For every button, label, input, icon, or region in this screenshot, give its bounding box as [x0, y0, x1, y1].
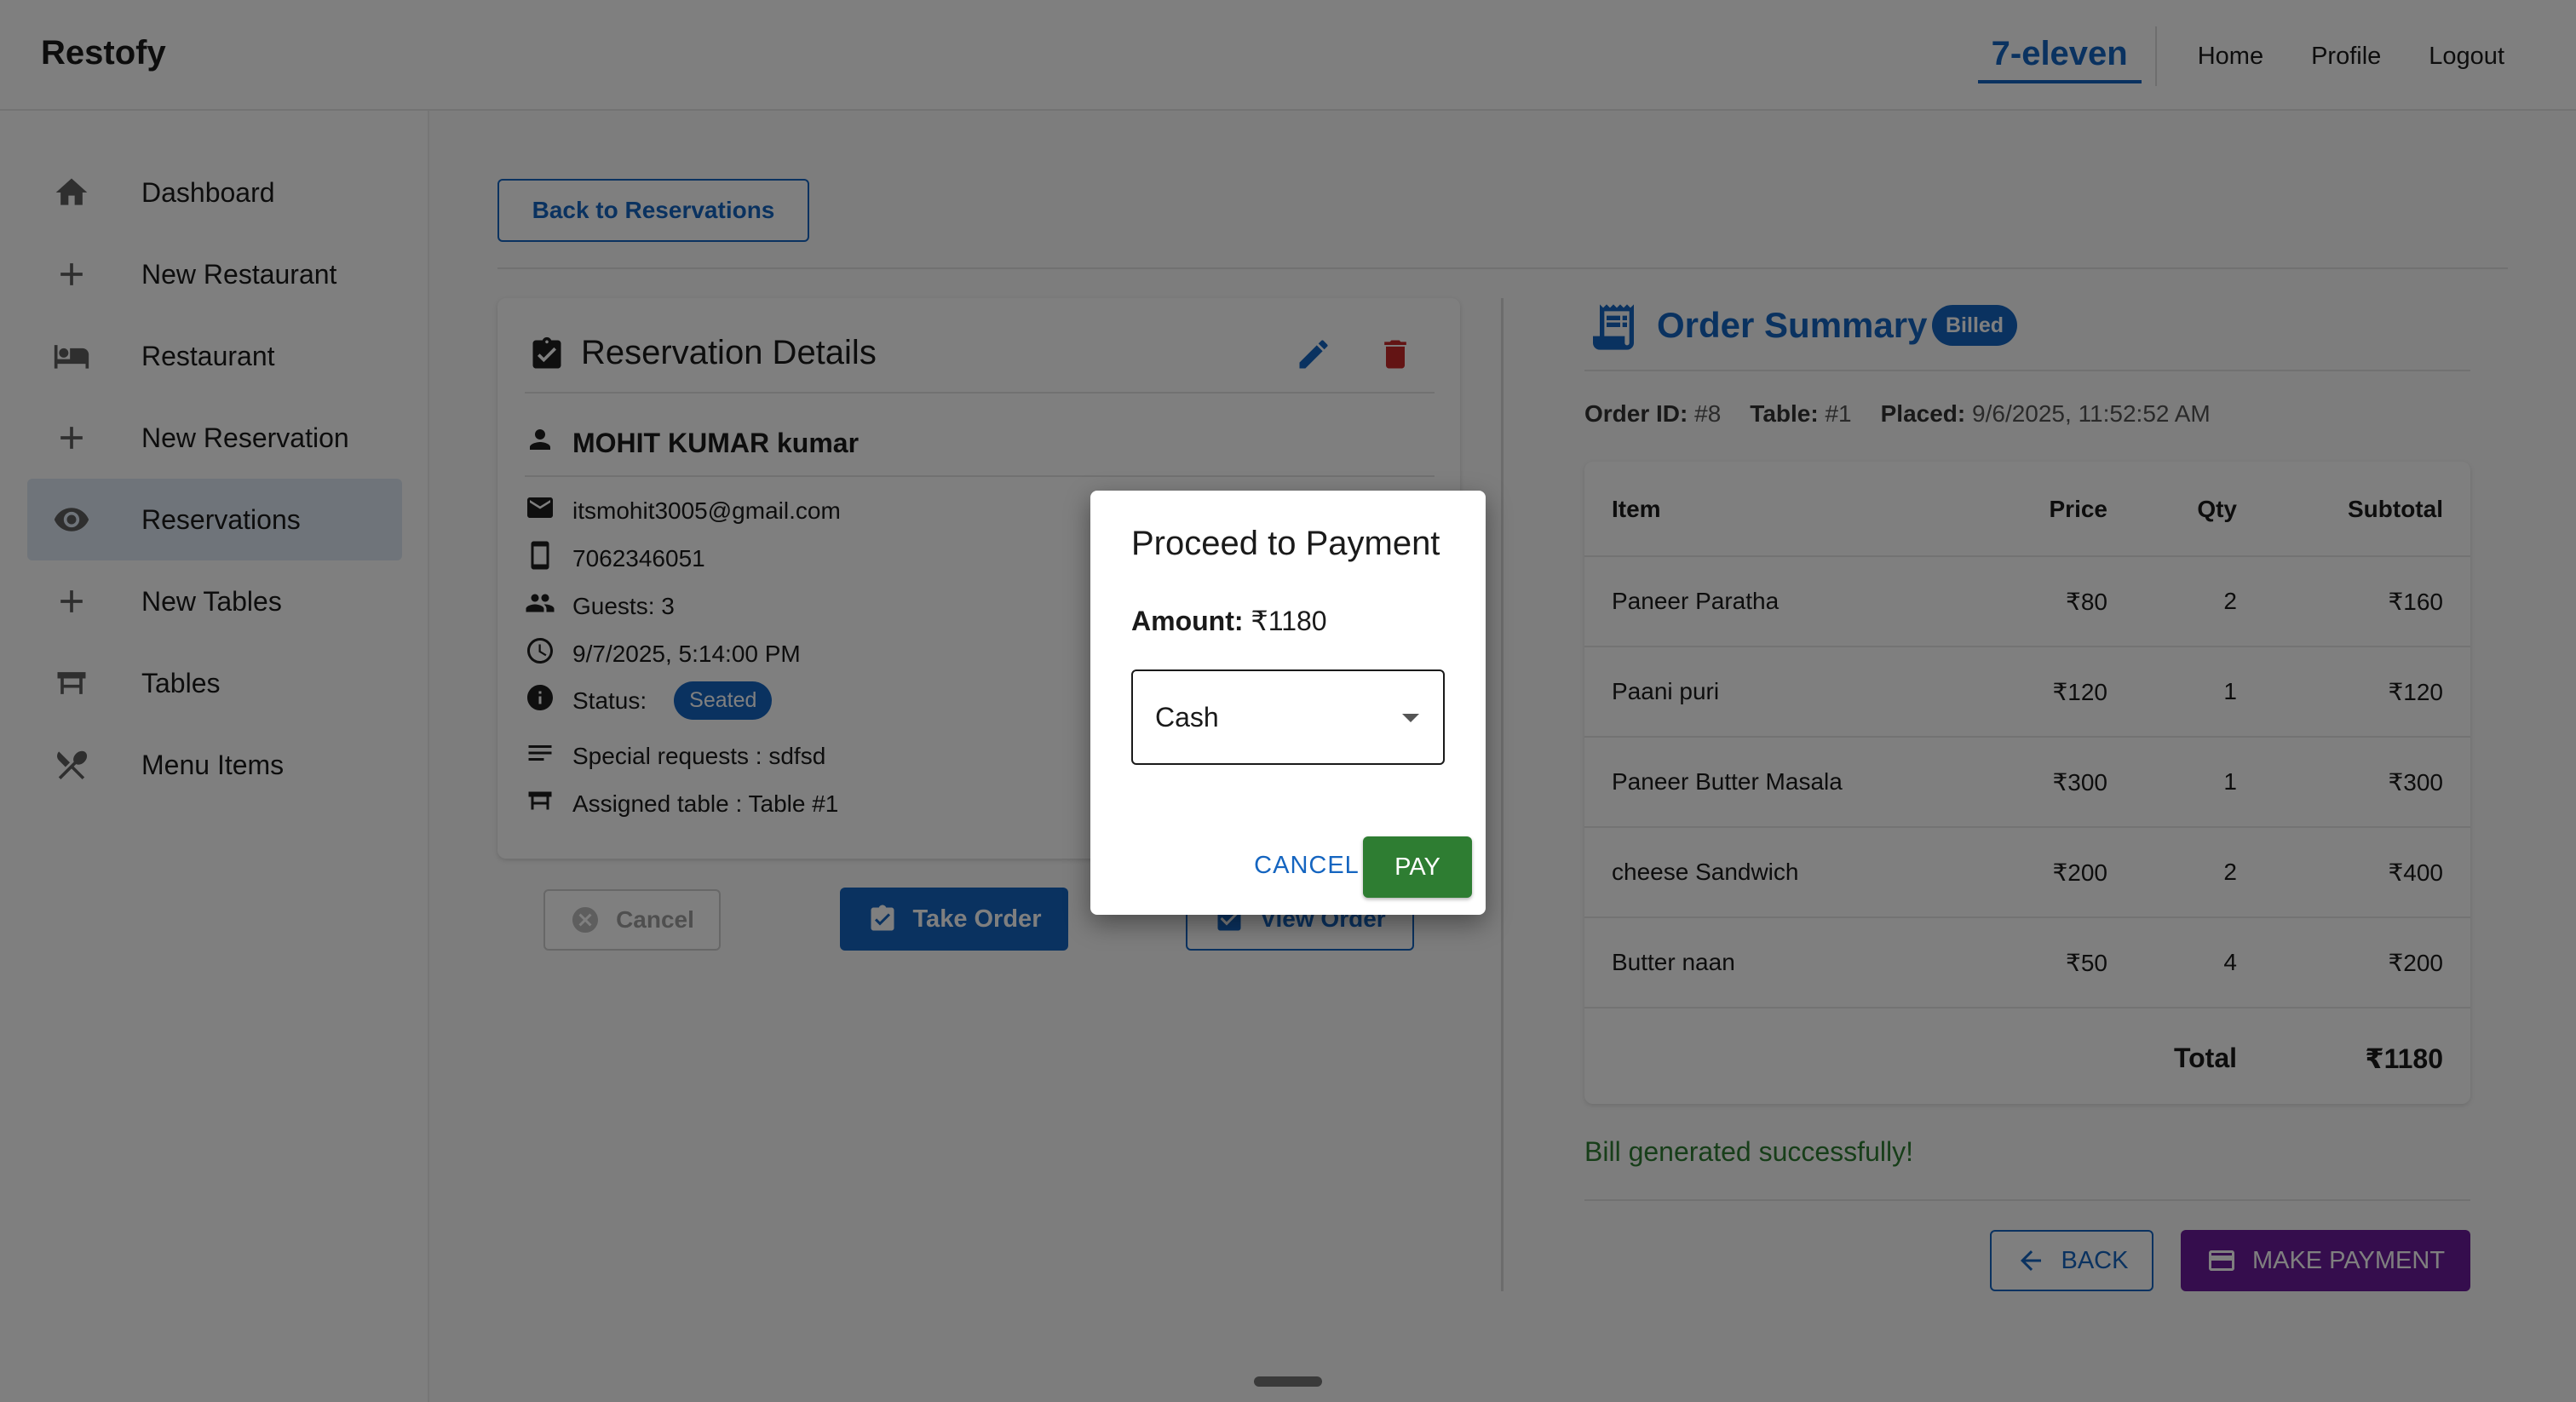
scroll-handle[interactable]	[1254, 1376, 1322, 1387]
payment-method-select[interactable]: Cash	[1131, 669, 1445, 765]
chevron-down-icon	[1402, 714, 1419, 722]
payment-method-value: Cash	[1155, 702, 1219, 733]
amount-label: Amount:	[1131, 606, 1244, 636]
payment-dialog: Proceed to Payment Amount: ₹1180 Cash CA…	[1090, 491, 1486, 915]
dialog-pay-button[interactable]: PAY	[1363, 836, 1472, 898]
dialog-title: Proceed to Payment	[1131, 525, 1440, 562]
dialog-amount: Amount: ₹1180	[1131, 605, 1327, 637]
amount-value: ₹1180	[1251, 606, 1327, 636]
